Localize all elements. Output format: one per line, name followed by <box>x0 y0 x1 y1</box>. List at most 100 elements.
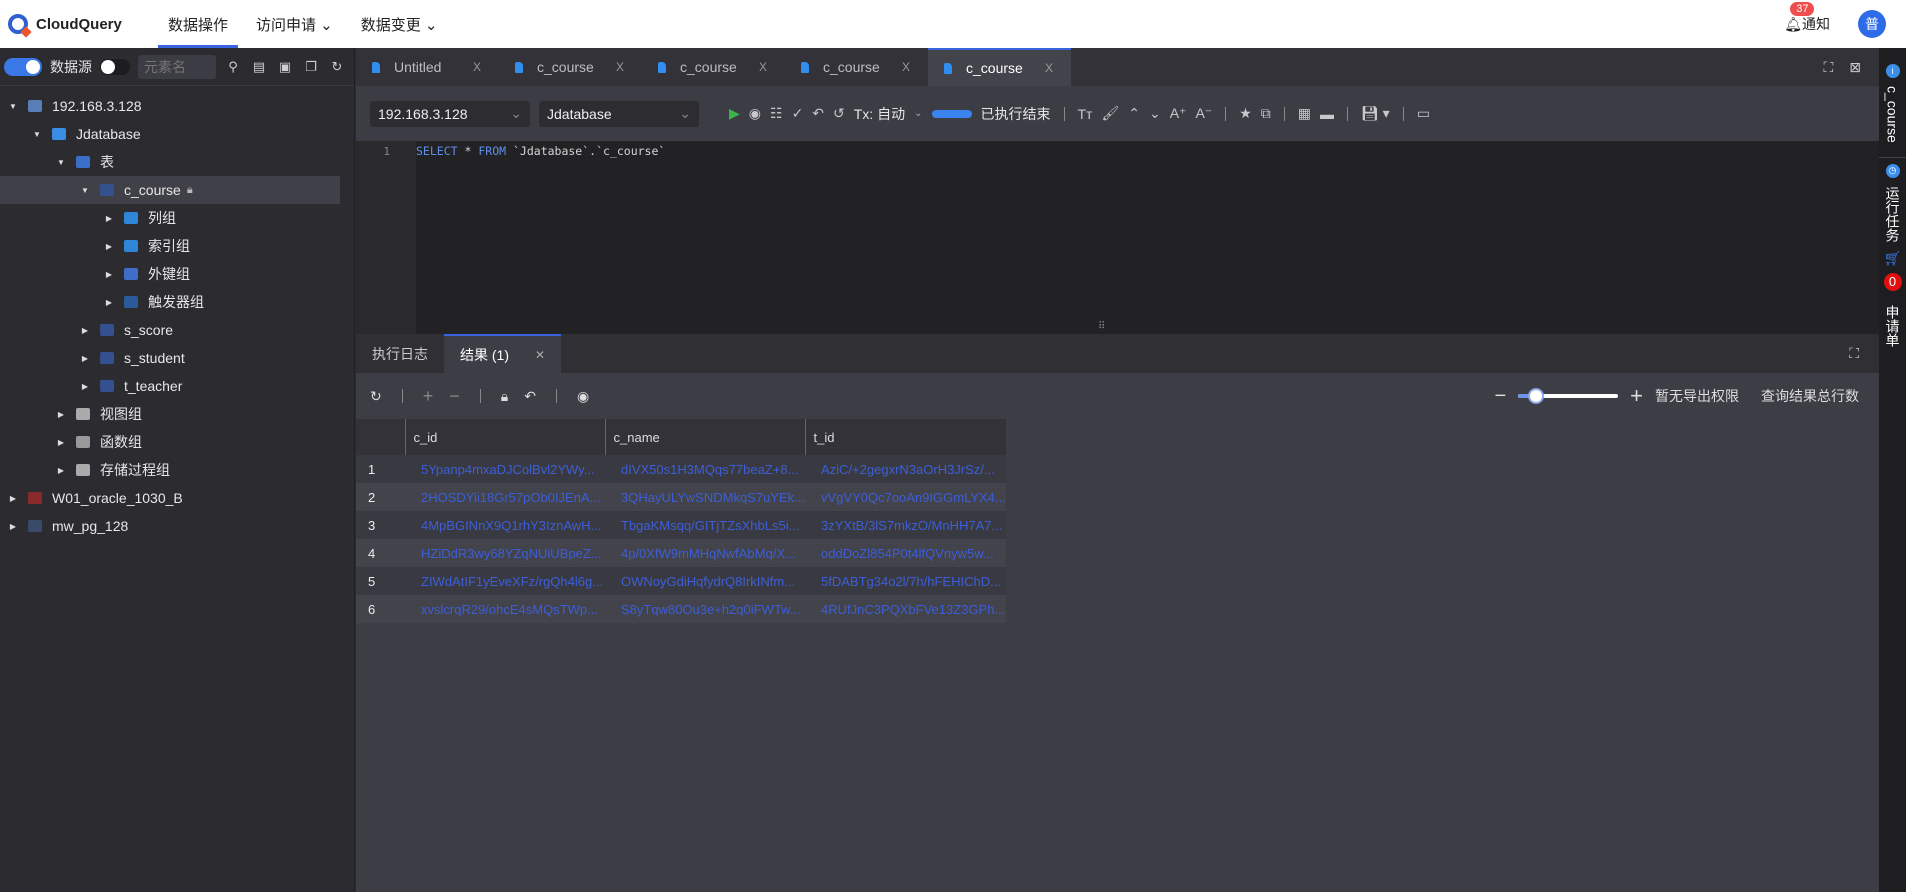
tx-mode-select[interactable]: Tx: 自动 <box>854 104 905 124</box>
editor-tab[interactable]: c_course X <box>785 48 928 86</box>
table-cell[interactable]: 5Ypanp4mxaDJColBvl2YWy... <box>405 455 605 483</box>
clock-icon[interactable]: ◷ <box>1885 163 1900 178</box>
editor-tab[interactable]: Untitled X <box>356 48 499 86</box>
sql-editor[interactable]: 1 SELECT * FROM `Jdatabase`.`c_course` ⠿ <box>356 141 1879 334</box>
cart-icon[interactable]: 🛒︎ <box>1884 250 1902 267</box>
table-cell[interactable]: 2HOSDYii18Gr57pOb0IJEnA... <box>405 483 605 511</box>
tree-node[interactable]: ▶ s_student <box>0 344 354 372</box>
editor-tab[interactable]: c_course X <box>499 48 642 86</box>
fullscreen-icon[interactable]: ⛶ <box>1849 345 1859 362</box>
running-tasks-tab[interactable]: 运行任务 <box>1883 186 1903 242</box>
refresh-icon[interactable]: ↻ <box>328 59 346 75</box>
caret-right-icon[interactable]: ▶ <box>80 354 90 363</box>
caret-right-icon[interactable]: ▶ <box>104 270 114 279</box>
theme-toggle[interactable] <box>4 57 42 76</box>
close-icon[interactable]: X <box>902 60 910 74</box>
table-cell[interactable]: oddDoZl854P0t4lfQVnyw5w... <box>805 539 1006 567</box>
query-file-icon[interactable]: ▤ <box>250 59 268 75</box>
close-icon[interactable]: ✕ <box>535 348 545 362</box>
column-header[interactable]: c_name <box>604 419 805 455</box>
comment-icon[interactable]: ▭ <box>1417 105 1430 122</box>
zoom-in-icon[interactable]: + <box>1630 383 1643 409</box>
copy-icon[interactable]: ❐ <box>302 59 320 75</box>
notification-button[interactable]: 🔔︎ 37 通知 <box>1784 2 1830 34</box>
save-icon[interactable]: 💾︎ ▾ <box>1361 105 1390 122</box>
tree-node[interactable]: ▶ 存储过程组 <box>0 456 354 484</box>
caret-down-icon[interactable]: ▼ <box>8 102 18 111</box>
favorite-icon[interactable]: ★ <box>1239 105 1252 122</box>
caret-right-icon[interactable]: ▶ <box>80 382 90 391</box>
tab-execution-log[interactable]: 执行日志 <box>356 334 444 373</box>
tree-node[interactable]: ▶ t_teacher <box>0 372 354 400</box>
view-icon[interactable]: ◉ <box>577 388 589 405</box>
column-header[interactable]: c_id <box>404 419 605 455</box>
close-all-icon[interactable]: ⊠ <box>1849 59 1861 76</box>
table-cell[interactable]: dIVX50s1H3MQqs77beaZ+8... <box>605 455 805 483</box>
table-cell[interactable]: 4RUfJnC3PQXbFVe13Z3GPh... <box>805 595 1006 623</box>
application-list-tab[interactable]: 申请单 <box>1883 305 1903 347</box>
table-cell[interactable]: OWNoyGdiHqfydrQ8IrkINfm... <box>605 567 805 595</box>
nav-data-change[interactable]: 数据变更 ⌄ <box>351 0 448 48</box>
tree-node[interactable]: ▼ 表 <box>0 148 354 176</box>
connection-select[interactable]: 192.168.3.128 ⌄ <box>370 100 530 127</box>
table-cell[interactable]: 3QHayULYwSNDMkqS7uYEk... <box>605 483 805 511</box>
caret-right-icon[interactable]: ▶ <box>104 242 114 251</box>
new-folder-icon[interactable]: ▣ <box>276 59 294 75</box>
table-cell[interactable]: 4p/0XfW9mMHqNwfAbMq/X... <box>605 539 805 567</box>
datasource-toggle[interactable] <box>100 58 130 75</box>
element-search-input[interactable] <box>138 54 216 79</box>
tree-node[interactable]: ▶ mw_pg_128 <box>0 512 354 540</box>
editor-tab[interactable]: c_course X <box>928 48 1071 86</box>
tab-result[interactable]: 结果 (1) ✕ <box>444 334 562 373</box>
text-case-icon[interactable]: Tт <box>1078 106 1093 122</box>
open-file-icon[interactable]: ▬ <box>1320 106 1334 122</box>
add-row-icon[interactable]: + <box>423 386 434 407</box>
table-cell[interactable]: 3zYXtB/3lS7mkzO/MnHH7A7... <box>805 511 1006 539</box>
tree-node[interactable]: ▶ 触发器组 <box>0 288 354 316</box>
undo-icon[interactable]: ↶ <box>524 388 536 405</box>
resize-handle[interactable]: ⠿ <box>1098 321 1105 332</box>
database-select[interactable]: Jdatabase ⌄ <box>539 100 699 127</box>
table-row[interactable]: 6 xvslcrqR29/ohcE4sMQsTWp... S8yTqw80Ou3e+… <box>356 595 1006 623</box>
tree-node[interactable]: ▶ 函数组 <box>0 428 354 456</box>
lock-icon[interactable]: 🔒︎ <box>501 388 508 405</box>
search-icon[interactable]: ⚲ <box>224 59 242 75</box>
tree-node[interactable]: ▶ W01_oracle_1030_B <box>0 484 354 512</box>
zoom-out-icon[interactable]: − <box>1494 385 1506 408</box>
table-row[interactable]: 4 HZiDdR3wy68YZqNUiUBpeZ... 4p/0XfW9mMHqNw… <box>356 539 1006 567</box>
caret-right-icon[interactable]: ▶ <box>8 494 18 503</box>
tree-node[interactable]: ▶ 索引组 <box>0 232 354 260</box>
nav-access-request[interactable]: 访问申请 ⌄ <box>246 0 343 48</box>
font-increase-icon[interactable]: A⁺ <box>1170 105 1187 122</box>
caret-right-icon[interactable]: ▶ <box>56 410 66 419</box>
sql-code[interactable]: SELECT * FROM `Jdatabase`.`c_course` <box>416 144 665 158</box>
tree-node[interactable]: ▶ s_score <box>0 316 354 344</box>
caret-down-icon[interactable]: ▼ <box>80 186 90 195</box>
undo-icon[interactable]: ↺ <box>833 105 845 122</box>
format-icon[interactable]: 🖌︎ <box>1101 105 1119 122</box>
close-icon[interactable]: X <box>473 60 481 74</box>
info-icon[interactable]: i <box>1885 64 1900 78</box>
script-icon[interactable]: ▦ <box>1298 105 1311 122</box>
nav-data-operation[interactable]: 数据操作 <box>158 0 239 48</box>
close-icon[interactable]: X <box>759 60 767 74</box>
tree-node[interactable]: ▼ 192.168.3.128 <box>0 92 354 120</box>
object-info-tab[interactable]: c_course <box>1885 86 1901 143</box>
total-rows-button[interactable]: 查询结果总行数 <box>1761 386 1859 406</box>
caret-right-icon[interactable]: ▶ <box>104 298 114 307</box>
table-cell[interactable]: xvslcrqR29/ohcE4sMQsTWp... <box>405 595 605 623</box>
delete-row-icon[interactable]: − <box>449 386 460 407</box>
tree-node[interactable]: ▼ c_course 🔒︎ <box>0 176 340 204</box>
fullscreen-icon[interactable]: ⛶ <box>1823 59 1833 76</box>
font-decrease-icon[interactable]: A⁻ <box>1195 105 1212 122</box>
refresh-icon[interactable]: ↻ <box>370 388 382 405</box>
table-row[interactable]: 2 2HOSDYii18Gr57pOb0IJEnA... 3QHayULYwSNDM… <box>356 483 1006 511</box>
commit-icon[interactable]: ✓ <box>792 105 804 122</box>
caret-down-icon[interactable]: ▼ <box>56 158 66 167</box>
tree-node[interactable]: ▶ 外键组 <box>0 260 354 288</box>
caret-right-icon[interactable]: ▶ <box>56 438 66 447</box>
tree-node[interactable]: ▼ Jdatabase <box>0 120 354 148</box>
column-header[interactable]: t_id <box>804 419 1006 455</box>
caret-right-icon[interactable]: ▶ <box>56 466 66 475</box>
editor-tab[interactable]: c_course X <box>642 48 785 86</box>
